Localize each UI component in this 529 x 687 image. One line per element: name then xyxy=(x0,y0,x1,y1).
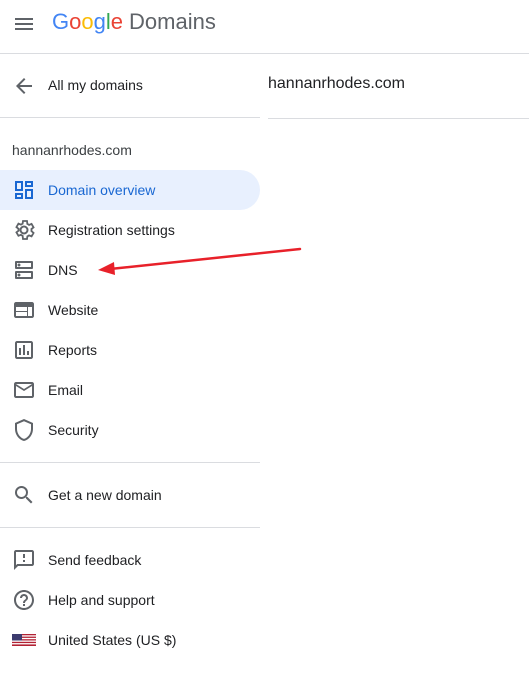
top-app-bar: Google Domains xyxy=(0,0,529,54)
gear-icon xyxy=(15,220,35,240)
menu-icon[interactable] xyxy=(12,12,36,36)
nav-item-email[interactable]: Email xyxy=(0,370,260,410)
feedback-icon xyxy=(14,550,34,570)
nav-item-label: Registration settings xyxy=(48,222,175,238)
nav-item-country-currency[interactable]: United States (US $) xyxy=(0,620,260,660)
all-my-domains-label: All my domains xyxy=(48,77,143,93)
us-flag-icon xyxy=(12,634,36,646)
nav-divider xyxy=(0,462,260,463)
nav-item-label: Get a new domain xyxy=(48,487,162,503)
nav-item-label: Send feedback xyxy=(48,552,142,568)
nav-item-domain-overview[interactable]: Domain overview xyxy=(0,170,260,210)
nav-item-label: Security xyxy=(48,422,99,438)
nav-item-label: Website xyxy=(48,302,99,318)
nav-item-label: Domain overview xyxy=(48,182,156,198)
nav-item-get-new-domain[interactable]: Get a new domain xyxy=(0,475,260,515)
main-header-divider xyxy=(268,118,529,119)
page-title: hannanrhodes.com xyxy=(268,75,405,92)
domain-name-heading: hannanrhodes.com xyxy=(12,142,132,158)
nav-item-label: Email xyxy=(48,382,84,398)
nav-divider xyxy=(0,117,260,118)
nav-item-label: DNS xyxy=(48,262,78,278)
nav-item-dns[interactable]: DNS xyxy=(0,250,260,290)
nav-item-send-feedback[interactable]: Send feedback xyxy=(0,540,260,580)
nav-item-reports[interactable]: Reports xyxy=(0,330,260,370)
insert-chart-icon xyxy=(15,341,33,359)
nav-divider xyxy=(0,527,260,528)
nav-item-security[interactable]: Security xyxy=(0,410,260,450)
nav-item-label: United States (US $) xyxy=(48,632,177,648)
dns-icon xyxy=(15,261,33,279)
mail-icon xyxy=(14,382,34,398)
dashboard-icon xyxy=(15,181,33,199)
help-icon xyxy=(14,590,34,610)
search-icon xyxy=(15,486,33,504)
nav-item-label: Reports xyxy=(48,342,98,358)
google-domains-logo[interactable]: Google Domains xyxy=(52,9,216,35)
all-my-domains-link[interactable]: All my domains xyxy=(0,66,260,106)
nav-item-help-and-support[interactable]: Help and support xyxy=(0,580,260,620)
shield-icon xyxy=(15,419,33,441)
nav-item-registration-settings[interactable]: Registration settings xyxy=(0,210,260,250)
web-icon xyxy=(14,302,34,318)
nav-item-label: Help and support xyxy=(48,592,155,608)
arrow-back-icon xyxy=(16,78,32,94)
nav-item-website[interactable]: Website xyxy=(0,290,260,330)
